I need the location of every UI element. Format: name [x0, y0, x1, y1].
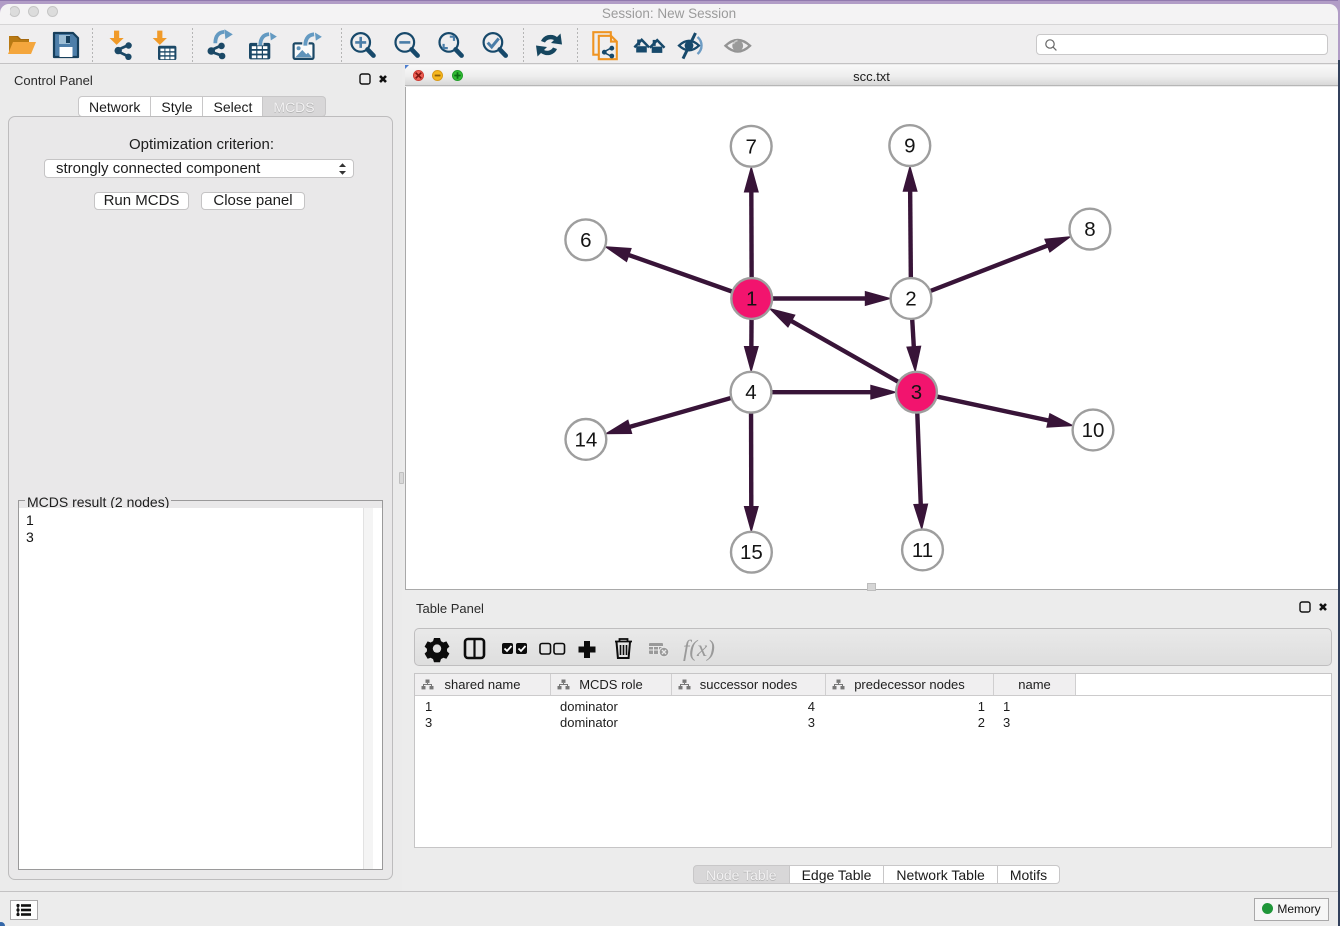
svg-text:14: 14 [574, 428, 597, 451]
svg-text:7: 7 [745, 135, 756, 158]
svg-text:2: 2 [905, 288, 916, 311]
svg-text:15: 15 [740, 541, 763, 564]
svg-text:6: 6 [580, 229, 591, 252]
svg-text:8: 8 [1084, 218, 1095, 241]
svg-text:9: 9 [904, 135, 915, 158]
svg-text:1: 1 [746, 288, 757, 311]
svg-text:4: 4 [745, 381, 756, 404]
svg-text:3: 3 [911, 381, 922, 404]
svg-text:f(x): f(x) [683, 636, 715, 661]
svg-text:10: 10 [1082, 419, 1105, 442]
svg-text:11: 11 [912, 539, 933, 562]
